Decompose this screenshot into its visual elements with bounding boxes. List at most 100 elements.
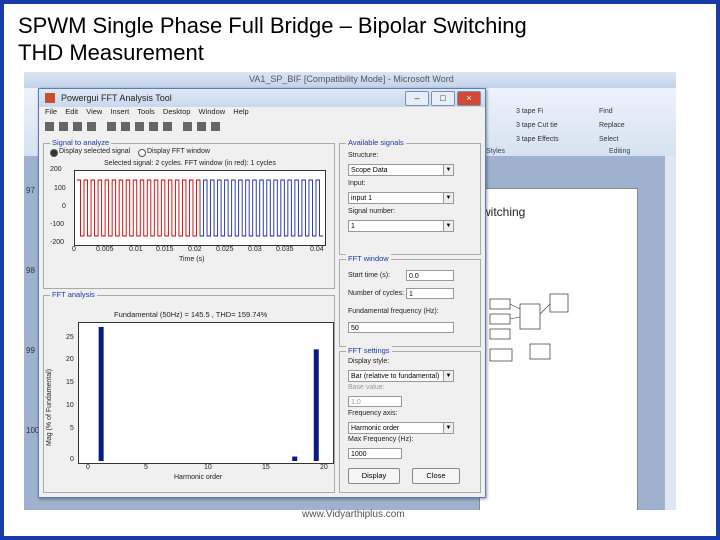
base-value-input[interactable]: 1.0 [348,396,402,407]
app-icon [45,93,55,103]
display-style-label: Display style: [348,358,390,365]
minimize-button[interactable]: – [405,91,429,106]
word-titlebar: VA1_SP_BIF [Compatibility Mode] - Micros… [24,72,676,88]
signal-xtick: 0.01 [129,246,143,253]
fft-window-group: FFT window Start time (s): 0.0 Number of… [339,254,481,347]
signal-xlabel: Time (s) [179,256,205,263]
analysis-xtick: 5 [144,464,148,471]
new-icon[interactable] [45,122,54,131]
input-value: input 1 [351,195,373,202]
menu-view[interactable]: View [86,107,102,116]
fft-window-title: Powergui FFT Analysis Tool [61,93,172,103]
ribbon-find[interactable]: Find [599,108,613,115]
menu-file[interactable]: File [45,107,57,116]
close-button[interactable]: Close [412,468,460,484]
analysis-xtick: 0 [86,464,90,471]
chevron-down-icon: ▼ [443,423,453,433]
fft-toolbar [39,120,485,134]
chevron-down-icon: ▼ [443,371,453,381]
ribbon-style-3[interactable]: 3 tape Effects [516,136,559,143]
freq-axis-label: Frequency axis: [348,410,398,417]
signal-number-select[interactable]: 1 ▼ [348,220,454,232]
signal-xtick: 0.015 [156,246,174,253]
document-page: witching [479,188,638,510]
close-window-button[interactable]: × [457,91,481,106]
cycles-input[interactable]: 1 [406,288,454,299]
ribbon-style-1[interactable]: 3 tape Fi [516,108,543,115]
signal-ytick: -200 [50,239,65,246]
menu-insert[interactable]: Insert [110,107,129,116]
menu-window[interactable]: Window [199,107,226,116]
word-title-text: VA1_SP_BIF [Compatibility Mode] - Micros… [249,74,454,84]
pointer-icon[interactable] [107,122,116,131]
display-style-select[interactable]: Bar (relative to fundamental) ▼ [348,370,454,382]
ribbon-select[interactable]: Select [599,136,618,143]
rotate-icon[interactable] [163,122,172,131]
harmonic-bar [98,327,104,461]
harmonic-bar [313,349,319,461]
analysis-ytick: 10 [66,402,74,409]
slide-title: SPWM Single Phase Full Bridge – Bipolar … [18,12,527,66]
harmonic-bar-chart [98,327,319,461]
radio-display-selected-label: Display selected signal [59,148,131,155]
structure-value: Scope Data [351,167,388,174]
fund-freq-input[interactable]: 50 [348,322,454,333]
page-heading: witching [482,205,526,219]
analysis-ytick: 0 [70,456,74,463]
colorbar-icon[interactable] [197,122,206,131]
menu-tools[interactable]: Tools [137,107,155,116]
signal-ytick: 200 [50,166,62,173]
analysis-ylabel: Mag (% of Fundamental) [46,368,53,446]
analysis-xlabel: Harmonic order [174,474,223,481]
menu-help[interactable]: Help [233,107,248,116]
datacursor-icon[interactable] [183,122,192,131]
fft-titlebar: Powergui FFT Analysis Tool – □ × [39,89,485,107]
freq-axis-value: Harmonic order [351,425,400,432]
start-time-label: Start time (s): [348,272,391,279]
fft-menubar: File Edit View Insert Tools Desktop Wind… [39,107,485,120]
radio-display-window[interactable] [138,149,146,157]
legend-icon[interactable] [211,122,220,131]
ribbon-replace[interactable]: Replace [599,122,625,129]
analysis-ytick: 20 [66,356,74,363]
screenshot: VA1_SP_BIF [Compatibility Mode] - Micros… [24,72,676,510]
signal-number-label: Signal number: [348,208,396,215]
analysis-xtick: 15 [262,464,270,471]
available-signals-label: Available signals [346,138,406,147]
radio-display-selected[interactable] [50,149,58,157]
maximize-button[interactable]: □ [431,91,455,106]
ruler-number: 98 [26,266,35,275]
ribbon-style-2[interactable]: 3 tape Cut tie [516,122,558,129]
signal-plot-title: Selected signal: 2 cycles. FFT window (i… [104,160,276,167]
signal-xtick: 0.03 [248,246,262,253]
zoom-out-icon[interactable] [135,122,144,131]
analysis-group: FFT analysis Fundamental (50Hz) = 145.5 … [43,290,335,493]
signal-xtick: 0.04 [310,246,324,253]
open-icon[interactable] [59,122,68,131]
structure-select[interactable]: Scope Data ▼ [348,164,454,176]
menu-edit[interactable]: Edit [65,107,78,116]
max-freq-input[interactable]: 1000 [348,448,402,459]
simulink-diagram [489,293,569,362]
display-button[interactable]: Display [348,468,400,484]
menu-desktop[interactable]: Desktop [163,107,191,116]
fft-analysis-window: Powergui FFT Analysis Tool – □ × File Ed… [38,88,486,498]
cycles-label: Number of cycles: [348,290,405,297]
print-icon[interactable] [87,122,96,131]
vertical-scrollbar[interactable] [664,156,676,510]
input-select[interactable]: input 1 ▼ [348,192,454,204]
signal-xtick: 0 [72,246,76,253]
signal-ytick: 100 [54,185,66,192]
signal-waveform [77,179,323,237]
zoom-in-icon[interactable] [121,122,130,131]
signal-xtick: 0.025 [216,246,234,253]
ruler-number: 97 [26,186,35,195]
analysis-ytick: 5 [70,425,74,432]
input-label: Input: [348,180,366,187]
freq-axis-select[interactable]: Harmonic order ▼ [348,422,454,434]
analysis-plot [78,322,334,464]
start-time-input[interactable]: 0.0 [406,270,454,281]
analysis-ytick: 25 [66,334,74,341]
pan-icon[interactable] [149,122,158,131]
save-icon[interactable] [73,122,82,131]
